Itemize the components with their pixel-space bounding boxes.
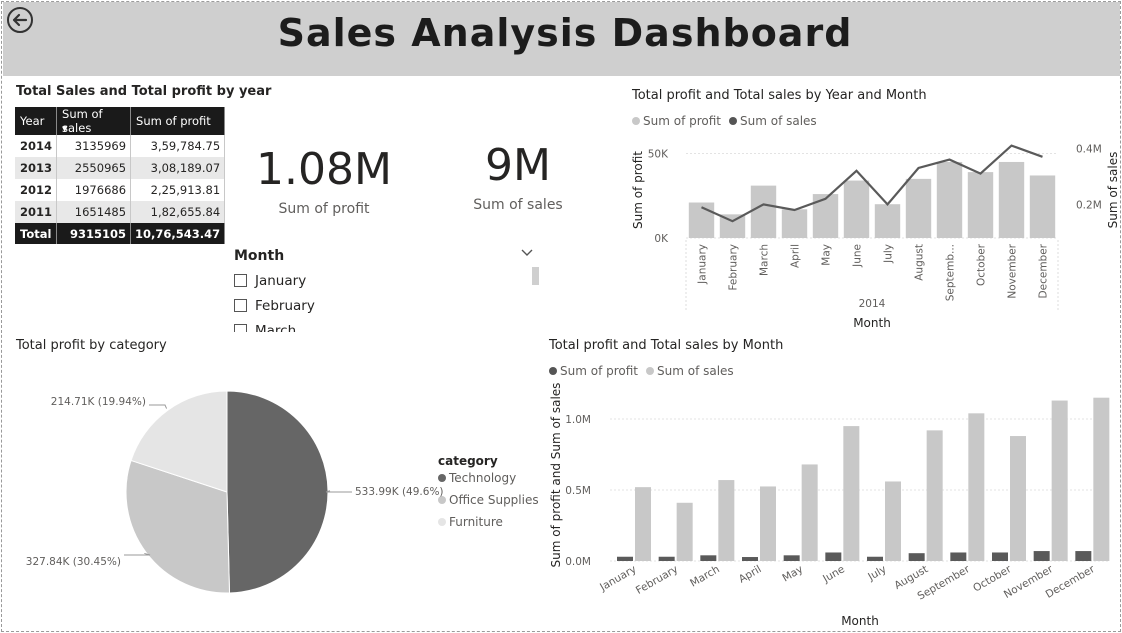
sales-bar [926, 430, 943, 561]
sales-bar [635, 487, 651, 561]
x-tick-label: March [759, 244, 771, 276]
profit-bar [825, 552, 842, 561]
pie-leader-line [124, 552, 151, 556]
x-tick-label: May [780, 563, 805, 584]
sales-bar [801, 464, 818, 561]
profit-bar [781, 209, 808, 238]
profit-bar [1075, 551, 1092, 561]
x-tick-label: June [820, 563, 847, 585]
x-tick-label: July [883, 244, 895, 264]
x-tick-label: December [1038, 243, 1050, 298]
x-tick-label: May [821, 244, 833, 266]
profit-bar [812, 194, 839, 238]
y2-axis-title: Sum of sales [1106, 152, 1120, 229]
y-axis-title: Sum of profit and Sum of sales [549, 383, 563, 568]
profit-bar [658, 556, 675, 561]
y2-tick-label: 0.2M [1076, 199, 1102, 211]
profit-bar [967, 172, 994, 238]
sales-bar [760, 486, 776, 561]
x-axis-title: Month [853, 316, 891, 330]
profit-bar [700, 555, 717, 561]
profit-bar [998, 161, 1025, 238]
x-tick-label: February [634, 563, 680, 597]
y-tick-label: 0K [654, 233, 669, 245]
x-tick-label: August [914, 244, 926, 281]
sales-bar [1010, 436, 1026, 561]
profit-bar [950, 552, 967, 561]
pie-leader-line [325, 490, 352, 493]
x-tick-label: Septemb... [945, 244, 957, 301]
profit-bar [617, 556, 633, 561]
y-tick-label: 0.5M [565, 485, 591, 497]
x-tick-label: February [728, 244, 740, 291]
sales-bar [1051, 400, 1068, 561]
pie-data-label: 533.99K (49.6%) [355, 486, 444, 498]
profit-bar [867, 556, 883, 561]
profit-bar [843, 180, 870, 238]
x-tick-label: October [976, 243, 988, 286]
y-tick-label: 0.0M [565, 556, 591, 568]
profit-bar [1033, 551, 1050, 561]
sales-bar [968, 413, 985, 561]
sales-bar [843, 426, 860, 561]
profit-bar [992, 552, 1008, 561]
profit-bar [874, 204, 901, 238]
profit-bar [905, 178, 932, 238]
x-tick-label: April [737, 563, 764, 585]
profit-bar [1029, 175, 1056, 238]
profit-bar [750, 185, 777, 238]
y-axis-title: Sum of profit [631, 151, 645, 229]
sales-bar [885, 481, 901, 561]
pie-data-label: 327.84K (30.45%) [26, 556, 121, 568]
x-tick-label: July [865, 563, 888, 583]
sales-bar [676, 502, 693, 561]
y-tick-label: 1.0M [565, 414, 591, 426]
x-tick-label: June [852, 244, 864, 268]
profit-bar [908, 553, 925, 561]
x-tick-label: November [1007, 243, 1019, 298]
pie-slice-technology [226, 390, 329, 594]
x-tick-label: January [597, 563, 638, 594]
pie-data-label: 214.71K (19.94%) [51, 396, 146, 408]
y-tick-label: 50K [648, 149, 669, 161]
x-tick-label: April [790, 244, 802, 268]
y2-tick-label: 0.4M [1076, 143, 1102, 155]
x-axis-title: Month [841, 614, 879, 628]
pie-leader-line [149, 404, 168, 409]
x-tick-label: March [688, 563, 722, 589]
profit-bar [742, 557, 758, 561]
sales-bar [718, 480, 735, 561]
x-tick-label: January [697, 244, 709, 285]
year-label: 2014 [859, 298, 886, 310]
profit-bar [783, 555, 800, 561]
sales-bar [1093, 397, 1110, 561]
charts-canvas: 0K50K0.2M0.4MJanuary February March April Ma… [26, 143, 1120, 628]
profit-bar [936, 161, 963, 238]
